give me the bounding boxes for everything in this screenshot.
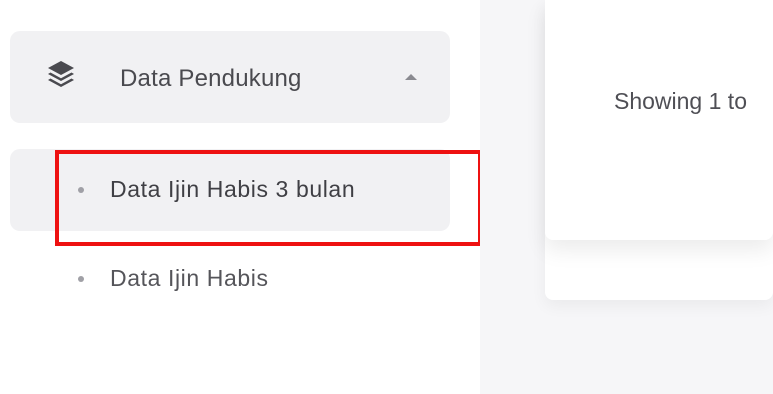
sidebar-group-label: Data Pendukung: [120, 65, 302, 92]
sidebar: Data Pendukung Data Ijin Habis 3 bulan D…: [0, 0, 482, 394]
bullet-dot-icon: [78, 186, 84, 193]
sidebar-item-data-ijin-habis[interactable]: Data Ijin Habis: [78, 265, 269, 292]
layers-icon: [48, 61, 74, 87]
caret-up-icon[interactable]: [402, 71, 420, 83]
sidebar-item-label: Data Ijin Habis 3 bulan: [110, 176, 356, 202]
sidebar-group-data-pendukung[interactable]: Data Pendukung: [10, 31, 450, 123]
sidebar-item-data-ijin-habis-3-bulan[interactable]: Data Ijin Habis 3 bulan: [78, 176, 355, 203]
sidebar-item-label: Data Ijin Habis: [110, 265, 269, 291]
bullet-dot-icon: [78, 275, 84, 282]
content-card: [545, 0, 773, 240]
table-info-text: Showing 1 to: [614, 88, 747, 114]
app-root: Data Pendukung Data Ijin Habis 3 bulan D…: [0, 0, 773, 394]
